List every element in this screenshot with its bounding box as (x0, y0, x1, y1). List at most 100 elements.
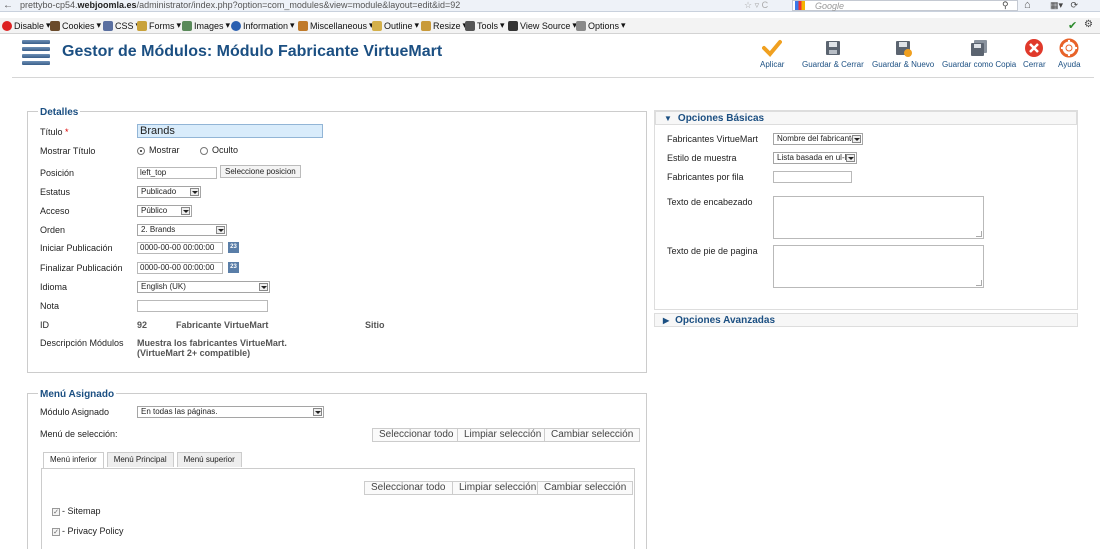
toggle-selection-button-tab[interactable]: Cambiar selección (537, 481, 634, 495)
calendar-icon[interactable]: 23 (228, 242, 239, 253)
url-field[interactable]: prettybo-cp54.webjoomla.es/administrator… (20, 0, 780, 11)
chevron-down-icon (313, 408, 322, 416)
information-label: Information (243, 20, 289, 31)
search-input[interactable]: Google (792, 0, 1018, 11)
close-label: Cerrar (1023, 60, 1046, 69)
module-assigned-select[interactable]: En todas las páginas. (137, 406, 324, 418)
select-all-button-tab[interactable]: Seleccionar todo (364, 481, 453, 495)
menu-item-label: - Sitemap (62, 506, 101, 516)
apply-button[interactable]: Aplicar (760, 38, 784, 69)
menu-assignment-panel: Menú Asignado Módulo Asignado En todas l… (27, 389, 647, 549)
miscellaneous-menu[interactable]: Miscellaneous▾ (298, 20, 374, 31)
save-close-button[interactable]: Guardar & Cerrar (802, 38, 864, 69)
tab-menu-principal[interactable]: Menú Principal (106, 452, 174, 467)
apply-label: Aplicar (760, 60, 785, 69)
browser-address-bar: ← prettybo-cp54.webjoomla.es/administrat… (0, 0, 1100, 12)
search-icon[interactable]: ⚲ (1002, 0, 1009, 11)
options-icon (576, 20, 586, 31)
title-label: Título * (40, 127, 69, 137)
show-title-option-hide[interactable]: Oculto (200, 145, 238, 155)
help-button[interactable]: Ayuda (1058, 38, 1081, 69)
details-panel: Detalles Título * Brands Mostrar Título … (27, 107, 647, 373)
css-menu[interactable]: CSS▾ (103, 20, 140, 31)
validation-check-icon[interactable]: ✔ (1068, 19, 1077, 32)
save-close-label: Guardar & Cerrar (802, 60, 864, 69)
home-icon[interactable]: ⌂ (1024, 0, 1031, 11)
tab-menu-inferior[interactable]: Menú inferior (43, 452, 104, 468)
toolbar-settings-icon[interactable]: ⚙ (1084, 19, 1093, 30)
description-line-2: (VirtueMart 2+ compatible) (137, 348, 251, 358)
information-icon (231, 20, 241, 31)
save-new-button[interactable]: Guardar & Nuevo (872, 38, 934, 69)
basic-options-panel: ▼ Opciones Básicas Fabricantes VirtueMart… (654, 110, 1078, 310)
status-select[interactable]: Publicado (137, 186, 201, 198)
order-select[interactable]: 2. Brands (137, 224, 227, 236)
information-menu[interactable]: Information ▾ (231, 20, 295, 31)
triangle-down-icon: ▼ (664, 114, 672, 123)
language-select[interactable]: English (UK) (137, 281, 270, 293)
tab-menu-superior[interactable]: Menú superior (176, 452, 242, 467)
chevron-down-icon (259, 283, 268, 291)
show-title-label: Mostrar Título (40, 146, 96, 156)
status-label: Estatus (40, 187, 71, 197)
display-style-select[interactable]: Lista basada en ul-li (773, 152, 857, 164)
page-header: Gestor de Módulos: Módulo Fabricante Vir… (12, 36, 1094, 78)
menu-item-label: - Privacy Policy (62, 526, 124, 536)
tools-label: Tools (477, 20, 499, 31)
header-text-textarea[interactable] (773, 196, 984, 239)
outline-label: Outline (384, 20, 413, 31)
outline-menu[interactable]: Outline ▾ (372, 20, 419, 31)
basic-options-header[interactable]: ▼ Opciones Básicas (655, 111, 1077, 125)
back-arrow-icon[interactable]: ← (3, 0, 13, 11)
save-copy-button[interactable]: Guardar como Copia (942, 38, 1016, 69)
images-menu[interactable]: Images ▾ (182, 20, 230, 31)
resize-label: Resize (433, 20, 461, 31)
toggle-selection-button[interactable]: Cambiar selección (544, 428, 641, 442)
select-all-button[interactable]: Seleccionar todo (372, 428, 461, 442)
extensions-icon[interactable]: ▦▾ ⟳ (1050, 0, 1078, 11)
display-style-label: Estilo de muestra (667, 153, 737, 163)
save-new-icon (896, 41, 913, 57)
footer-text-textarea[interactable] (773, 245, 984, 288)
title-input[interactable]: Brands (137, 124, 323, 138)
url-path: /administrator/index.php?option=com_modu… (136, 0, 461, 10)
publish-up-input[interactable]: 0000-00-00 00:00:00 (137, 242, 223, 254)
language-value: English (UK) (141, 282, 186, 291)
options-menu[interactable]: Options ▾ (576, 20, 626, 31)
chevron-down-icon (190, 188, 199, 196)
close-button[interactable]: Cerrar (1023, 38, 1046, 69)
menu-item-privacy-policy[interactable]: ✓ - Privacy Policy (52, 526, 124, 536)
chevron-down-icon (216, 226, 225, 234)
clear-selection-button[interactable]: Limpiar selección (457, 428, 549, 442)
miscellaneous-label: Miscellaneous (310, 20, 368, 31)
cookies-menu[interactable]: Cookies ▾ (50, 20, 101, 31)
header-text-label: Texto de encabezado (667, 197, 753, 207)
css-label: CSS (115, 20, 134, 31)
order-value: 2. Brands (141, 225, 176, 234)
calendar-icon[interactable]: 23 (228, 262, 239, 273)
select-position-button[interactable]: Seleccione posicion (220, 165, 301, 178)
chevron-down-icon (181, 207, 190, 215)
tools-menu[interactable]: Tools ▾ (465, 20, 505, 31)
per-row-label: Fabricantes por fila (667, 172, 744, 182)
show-title-option-show[interactable]: Mostrar (137, 145, 180, 155)
help-label: Ayuda (1058, 60, 1081, 69)
bookmark-star-icon[interactable]: ☆ ▿ C (744, 0, 768, 11)
menu-item-sitemap[interactable]: ✓ - Sitemap (52, 506, 101, 516)
view-source-menu[interactable]: View Source ▾ (508, 20, 577, 31)
web-developer-toolbar: Disable▾ Cookies▾ CSS▾ Forms▾ Images▾ In… (0, 18, 1100, 34)
save-copy-icon (971, 40, 988, 56)
menu-selection-label: Menú de selección: (40, 429, 118, 439)
publish-down-input[interactable]: 0000-00-00 00:00:00 (137, 262, 223, 274)
disable-menu[interactable]: Disable ▾ (2, 20, 51, 31)
access-select[interactable]: Público (137, 205, 192, 217)
position-input[interactable]: left_top (137, 167, 217, 179)
forms-menu[interactable]: Forms ▾ (137, 20, 181, 31)
note-input[interactable] (137, 300, 268, 312)
advanced-options-header[interactable]: ▶ Opciones Avanzadas (654, 313, 1078, 327)
save-new-label: Guardar & Nuevo (872, 60, 935, 69)
manufacturers-select[interactable]: Nombre del fabricante (773, 133, 863, 145)
clear-selection-button-tab[interactable]: Limpiar selección (452, 481, 544, 495)
per-row-input[interactable] (773, 171, 852, 183)
resize-menu[interactable]: Resize▾ (421, 20, 467, 31)
